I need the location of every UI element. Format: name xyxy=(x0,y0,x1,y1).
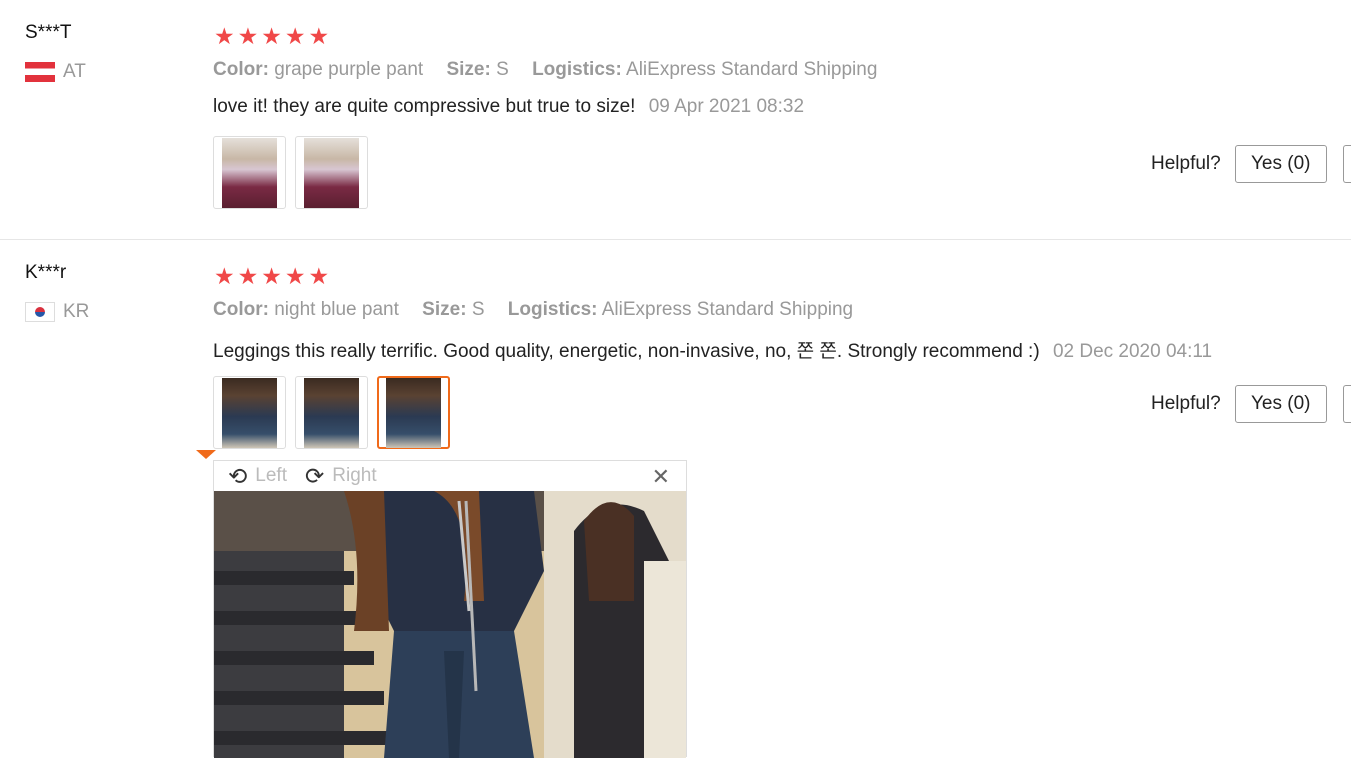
helpful-yes-button[interactable]: Yes (0) xyxy=(1234,385,1327,423)
size-value: S xyxy=(496,59,509,80)
helpful-label: Helpful? xyxy=(1151,153,1221,174)
star-icon: ★ xyxy=(237,23,259,49)
enlarged-review-photo xyxy=(214,491,686,758)
star-icon: ★ xyxy=(261,23,282,49)
review-photos xyxy=(213,376,450,449)
photo-viewer-toolbar: ⟲ Left ⟳ Right ✕ xyxy=(214,461,686,491)
reviewer-country: KR xyxy=(25,301,89,323)
star-icon: ★ xyxy=(261,263,282,289)
color-value: night blue pant xyxy=(274,299,399,320)
review-content: love it! they are quite compressive but … xyxy=(213,96,804,118)
photo-image xyxy=(304,137,359,208)
review-content: Leggings this really terrific. Good qual… xyxy=(213,336,1212,363)
rotate-right-button[interactable]: ⟳ Right xyxy=(304,462,377,489)
reviewer-name: S***T xyxy=(25,22,72,43)
selected-photo-pointer xyxy=(196,450,216,459)
star-icon: ★ xyxy=(308,23,330,49)
country-code: AT xyxy=(63,61,86,82)
photo-image xyxy=(386,377,441,448)
review-date: 02 Dec 2020 04:11 xyxy=(1052,341,1213,362)
reviewer-name: K***r xyxy=(25,262,67,283)
review-photo-thumbnail[interactable] xyxy=(295,376,368,449)
size-label: Size: xyxy=(446,59,491,80)
color-label: Color: xyxy=(213,59,269,80)
logistics-label: Logistics: xyxy=(507,299,598,320)
gym-photo-illustration xyxy=(214,491,686,758)
review-text: Leggings this really terrific. Good qual… xyxy=(213,341,1040,362)
star-icon: ★ xyxy=(308,263,330,289)
order-info: Color: grape purple pant Size: S Logisti… xyxy=(213,59,895,81)
reviewer-country: AT xyxy=(25,61,86,83)
star-rating: ★ ★ ★ ★ ★ xyxy=(214,25,329,48)
color-value: grape purple pant xyxy=(274,59,424,80)
color-label: Color: xyxy=(213,299,269,320)
review-photo-thumbnail[interactable] xyxy=(213,136,286,209)
logistics-value: AliExpress Standard Shipping xyxy=(626,59,878,80)
logistics-label: Logistics: xyxy=(532,59,622,80)
star-icon: ★ xyxy=(284,263,306,289)
helpful-section: Helpful? Yes (0) xyxy=(1151,385,1351,423)
star-rating: ★ ★ ★ ★ ★ xyxy=(214,265,329,288)
helpful-no-button[interactable] xyxy=(1342,385,1351,423)
size-value: S xyxy=(471,299,485,320)
review-text: love it! they are quite compressive but … xyxy=(213,96,636,117)
star-icon: ★ xyxy=(214,263,235,289)
country-code: KR xyxy=(63,301,90,322)
photo-image xyxy=(222,137,277,208)
rotate-left-icon: ⟲ xyxy=(228,462,248,489)
star-icon: ★ xyxy=(237,263,259,289)
photo-viewer: ⟲ Left ⟳ Right ✕ xyxy=(213,460,687,758)
korea-flag-icon xyxy=(25,302,55,322)
helpful-yes-button[interactable]: Yes (0) xyxy=(1234,145,1327,183)
helpful-section: Helpful? Yes (0) xyxy=(1151,145,1351,183)
helpful-label: Helpful? xyxy=(1151,393,1221,414)
review-date: 09 Apr 2021 08:32 xyxy=(648,96,805,117)
rotate-right-icon: ⟳ xyxy=(304,462,325,489)
review-photo-thumbnail[interactable] xyxy=(295,136,368,209)
star-icon: ★ xyxy=(284,23,306,49)
review-photos xyxy=(213,136,368,209)
austria-flag-icon xyxy=(25,62,55,82)
review-photo-thumbnail-selected[interactable] xyxy=(377,376,450,449)
photo-image xyxy=(222,377,277,448)
star-icon: ★ xyxy=(214,23,235,49)
rotate-right-label: Right xyxy=(332,465,377,486)
review-photo-thumbnail[interactable] xyxy=(213,376,286,449)
rotate-left-button[interactable]: ⟲ Left xyxy=(228,462,287,489)
logistics-value: AliExpress Standard Shipping xyxy=(601,299,854,320)
rotate-left-label: Left xyxy=(255,465,287,486)
helpful-no-button[interactable] xyxy=(1342,145,1351,183)
review-item: S***T AT ★ ★ ★ ★ ★ Color: grape purple p… xyxy=(0,0,1351,240)
order-info: Color: night blue pant Size: S Logistics… xyxy=(213,299,871,321)
close-icon[interactable]: ✕ xyxy=(652,464,670,490)
photo-image xyxy=(304,377,359,448)
size-label: Size: xyxy=(422,299,467,320)
